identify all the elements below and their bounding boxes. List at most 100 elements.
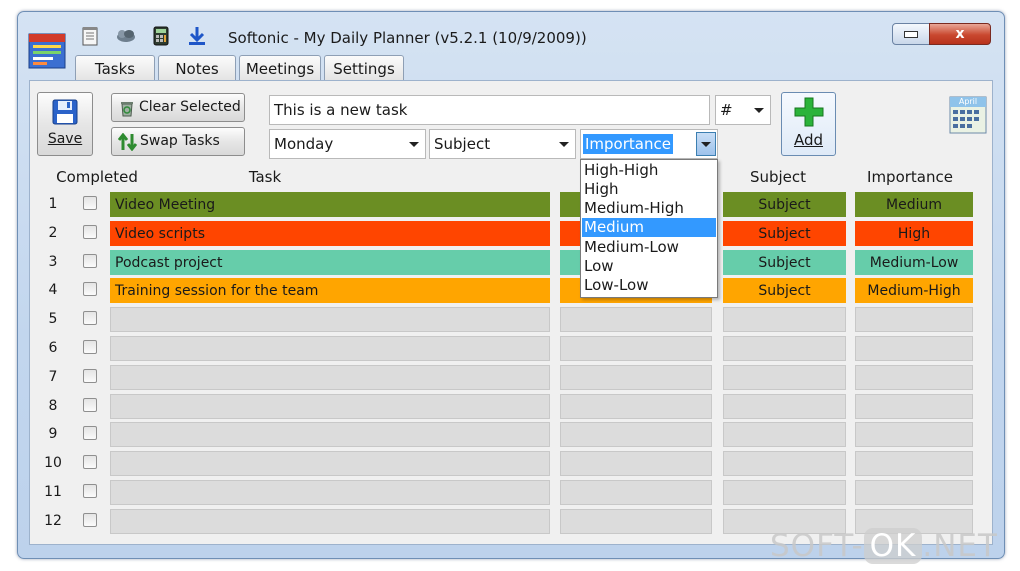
- number-cell[interactable]: [560, 307, 712, 333]
- tab-meetings[interactable]: Meetings: [239, 55, 321, 82]
- completed-checkbox[interactable]: [83, 484, 97, 498]
- number-cell[interactable]: [560, 393, 712, 419]
- task-cell[interactable]: Video scripts: [110, 220, 550, 246]
- number-cell[interactable]: [560, 422, 712, 448]
- header-subject: Subject: [749, 168, 807, 186]
- subject-cell[interactable]: [723, 480, 846, 505]
- completed-checkbox[interactable]: [83, 282, 97, 297]
- subject-cell[interactable]: [723, 336, 846, 361]
- importance-select-value: Importance: [583, 134, 673, 154]
- importance-option[interactable]: Medium-High: [582, 199, 716, 218]
- importance-cell[interactable]: [855, 422, 973, 448]
- completed-checkbox[interactable]: [83, 426, 97, 441]
- watermark-ok: OK: [863, 528, 923, 564]
- save-label: Save: [47, 131, 83, 147]
- subject-select-value: Subject: [434, 135, 491, 153]
- task-cell[interactable]: [110, 451, 550, 477]
- importance-select[interactable]: Importance: [580, 129, 718, 159]
- swap-tasks-button[interactable]: Swap Tasks: [111, 127, 245, 156]
- subject-cell[interactable]: [723, 393, 846, 419]
- completed-checkbox[interactable]: [83, 340, 97, 354]
- row-number: 4: [48, 282, 58, 299]
- cloud-icon[interactable]: [115, 25, 137, 47]
- importance-cell[interactable]: [855, 480, 973, 505]
- subject-cell[interactable]: Subject: [723, 220, 846, 246]
- clear-selected-label: Clear Selected: [139, 99, 241, 115]
- importance-option[interactable]: Low-Low: [582, 276, 716, 295]
- calculator-icon[interactable]: [150, 25, 172, 47]
- task-cell[interactable]: Video Meeting: [110, 192, 550, 217]
- clear-selected-button[interactable]: Clear Selected: [111, 93, 245, 122]
- task-cell[interactable]: [110, 480, 550, 505]
- importance-cell[interactable]: [855, 451, 973, 477]
- task-cell[interactable]: [110, 508, 550, 534]
- download-icon[interactable]: [186, 25, 208, 47]
- task-cell[interactable]: [110, 393, 550, 419]
- add-button[interactable]: Add: [781, 92, 836, 156]
- row-number: 12: [44, 512, 62, 529]
- task-cell[interactable]: [110, 336, 550, 361]
- importance-cell[interactable]: High: [855, 220, 973, 246]
- calendar-month-label: April: [958, 97, 978, 106]
- completed-checkbox[interactable]: [83, 311, 97, 326]
- watermark-left: SOFT-: [770, 528, 864, 564]
- importance-cell[interactable]: Medium-High: [855, 278, 973, 304]
- chevron-down-icon: [701, 142, 711, 147]
- subject-cell[interactable]: [723, 422, 846, 448]
- save-button[interactable]: Save: [37, 92, 93, 156]
- floppy-disk-icon: [52, 99, 78, 129]
- minimize-button[interactable]: [892, 23, 930, 45]
- add-label: Add: [793, 131, 824, 149]
- row-number: 3: [48, 253, 58, 270]
- completed-checkbox[interactable]: [83, 368, 97, 383]
- subject-cell[interactable]: Subject: [723, 278, 846, 304]
- importance-cell[interactable]: [855, 307, 973, 333]
- tab-tasks[interactable]: Tasks: [75, 55, 155, 82]
- subject-cell[interactable]: [723, 364, 846, 390]
- importance-option[interactable]: High-High: [582, 161, 716, 180]
- importance-cell[interactable]: [855, 364, 973, 390]
- subject-cell[interactable]: Subject: [723, 249, 846, 275]
- number-cell[interactable]: [560, 451, 712, 477]
- task-cell[interactable]: [110, 422, 550, 448]
- header-completed: Completed: [56, 168, 138, 186]
- number-cell[interactable]: [560, 364, 712, 390]
- importance-cell[interactable]: [855, 393, 973, 419]
- completed-checkbox[interactable]: [83, 196, 97, 210]
- plus-icon: [793, 96, 825, 132]
- day-select[interactable]: Monday: [269, 129, 426, 159]
- tab-notes[interactable]: Notes: [158, 55, 236, 82]
- completed-checkbox[interactable]: [83, 224, 97, 239]
- notepad-icon[interactable]: [79, 25, 101, 47]
- number-cell[interactable]: [560, 336, 712, 361]
- task-cell[interactable]: Training session for the team: [110, 278, 550, 304]
- subject-cell[interactable]: [723, 307, 846, 333]
- task-cell[interactable]: [110, 364, 550, 390]
- importance-cell[interactable]: [855, 336, 973, 361]
- importance-cell[interactable]: Medium: [855, 192, 973, 217]
- tab-settings[interactable]: Settings: [324, 55, 404, 82]
- task-cell[interactable]: Podcast project: [110, 249, 550, 275]
- completed-checkbox[interactable]: [83, 512, 97, 527]
- task-text-input[interactable]: This is a new task: [269, 95, 710, 125]
- importance-option[interactable]: High: [582, 180, 716, 199]
- importance-option-selected[interactable]: Medium: [582, 218, 716, 237]
- task-cell[interactable]: [110, 307, 550, 333]
- number-cell[interactable]: [560, 480, 712, 505]
- day-select-value: Monday: [274, 135, 334, 153]
- importance-option[interactable]: Low: [582, 257, 716, 276]
- calendar-icon[interactable]: April: [949, 96, 987, 134]
- completed-checkbox[interactable]: [83, 397, 97, 412]
- row-number: 6: [48, 340, 58, 356]
- number-cell[interactable]: [560, 508, 712, 534]
- subject-cell[interactable]: [723, 451, 846, 477]
- importance-option[interactable]: Medium-Low: [582, 238, 716, 257]
- importance-dropdown-button[interactable]: [696, 132, 716, 156]
- completed-checkbox[interactable]: [83, 455, 97, 470]
- close-button[interactable]: x: [929, 23, 991, 45]
- completed-checkbox[interactable]: [83, 253, 97, 268]
- subject-cell[interactable]: Subject: [723, 192, 846, 217]
- number-select[interactable]: #: [715, 95, 771, 125]
- subject-select[interactable]: Subject: [429, 129, 576, 159]
- importance-cell[interactable]: Medium-Low: [855, 249, 973, 275]
